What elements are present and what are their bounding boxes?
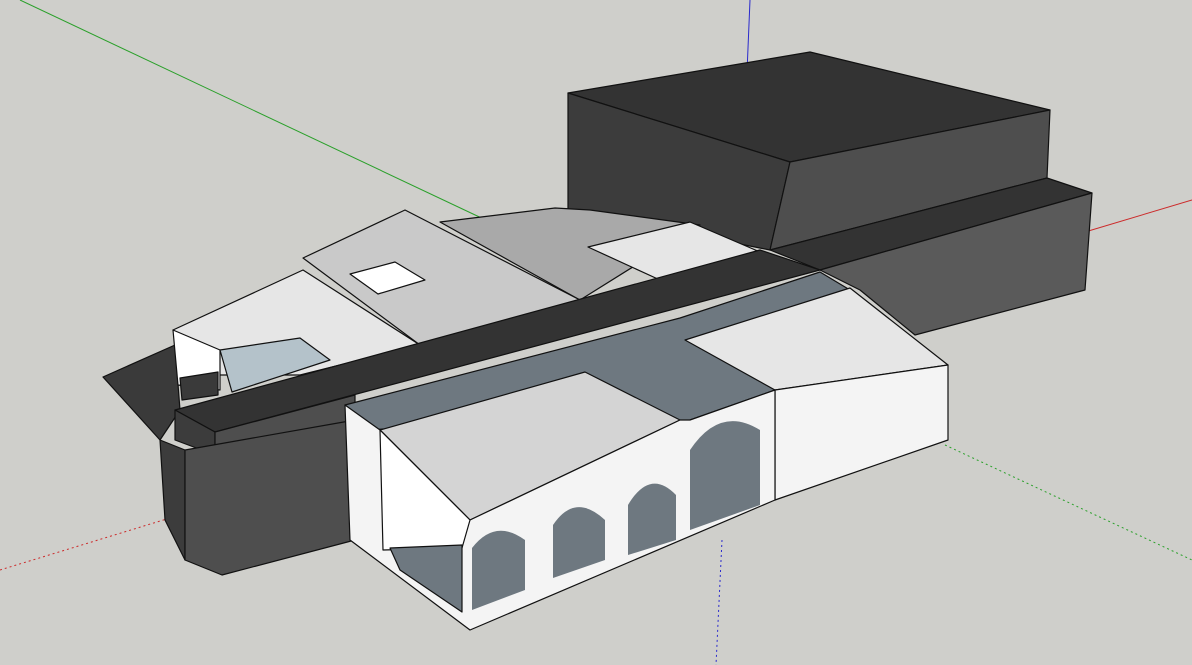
arch-4 (690, 421, 760, 530)
blue-axis-negative (715, 539, 723, 665)
3d-scene[interactable] (0, 0, 1192, 665)
sketchup-viewport[interactable] (0, 0, 1192, 665)
ground-shadow (102, 344, 181, 441)
red-axis-positive (1084, 199, 1192, 233)
dark-left-end (159, 439, 186, 561)
red-axis-negative (0, 517, 171, 571)
green-axis-negative (944, 444, 1192, 561)
green-axis-positive (19, 0, 491, 223)
